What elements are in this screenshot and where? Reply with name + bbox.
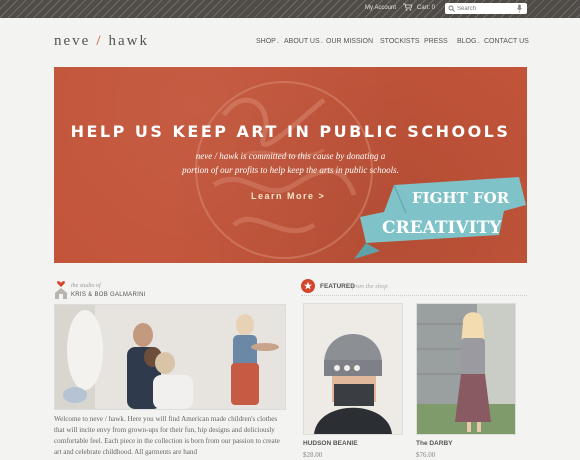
my-account-link[interactable]: My Account [365, 5, 396, 11]
product-card-the-darby[interactable] [416, 303, 516, 435]
house-heart-icon [55, 281, 67, 299]
product-name[interactable]: HUDSON BEANIE [303, 440, 358, 447]
nav-about-us[interactable]: ABOUT US⌄ [284, 38, 324, 45]
site-logo[interactable]: neve / hawk [54, 33, 149, 50]
microphone-icon[interactable] [517, 4, 522, 13]
nav-label: SHOP [256, 38, 276, 45]
logo-left: neve [54, 33, 91, 49]
featured-subtitle: from the shop [352, 283, 388, 290]
logo-right: hawk [108, 33, 149, 49]
nav-our-mission[interactable]: OUR MISSION [326, 38, 373, 45]
nav-label: PRESS [424, 38, 448, 45]
nav-press[interactable]: PRESS [424, 38, 448, 45]
studio-intro-text: Welcome to neve / hawk. Here you will fi… [54, 415, 280, 456]
learn-more-link[interactable]: Learn More > [251, 191, 325, 201]
nav-blog[interactable]: BLOG⌄ [457, 38, 481, 45]
search-icon [448, 5, 455, 12]
logo-slash: / [96, 33, 103, 49]
ribbon-line1: FIGHT FOR [412, 189, 510, 207]
featured-label: FEATURED [320, 283, 355, 290]
search-box[interactable] [445, 3, 527, 14]
studio-pre-label: the studio of [71, 283, 101, 289]
studio-names: KRIS & BOB GALMARINI [71, 292, 146, 298]
ribbon-line2: CREATIVITY [382, 218, 502, 238]
cart-icon[interactable] [403, 3, 413, 11]
star-badge-icon [301, 279, 315, 293]
product-card-hudson-beanie[interactable] [303, 303, 403, 435]
nav-stockists[interactable]: STOCKISTS [380, 38, 420, 45]
banner-sub-line1: neve / hawk is committed to this cause b… [195, 151, 386, 161]
fight-for-creativity-ribbon: FIGHT FOR CREATIVITY [354, 177, 526, 259]
product-image-beanie [304, 304, 402, 434]
product-image-darby [417, 304, 515, 434]
product-price: $28.00 [303, 451, 323, 459]
nav-label: STOCKISTS [380, 38, 420, 45]
banner-headline: HELP US KEEP ART IN PUBLIC SCHOOLS [70, 122, 511, 141]
chevron-down-icon: ⌄ [275, 39, 281, 45]
nav-shop[interactable]: SHOP⌄ [256, 38, 280, 45]
chevron-down-icon: ⌄ [476, 39, 481, 45]
featured-divider [301, 295, 527, 296]
chevron-down-icon: ⌄ [319, 39, 324, 45]
nav-label: OUR MISSION [326, 38, 374, 45]
nav-label: BLOG [457, 38, 477, 45]
cart-link[interactable]: Cart: 0 [417, 5, 435, 11]
nav-label: ABOUT US [284, 38, 320, 45]
search-input[interactable] [457, 4, 515, 13]
studio-photo [54, 304, 286, 410]
product-price: $76.00 [416, 451, 436, 459]
banner-subtext: neve / hawk is committed to this cause b… [54, 149, 527, 177]
product-name[interactable]: The DARBY [416, 440, 452, 447]
studio-photo-image [55, 305, 285, 409]
nav-label: CONTACT US [484, 38, 529, 45]
banner-sub-line2: portion of our profits to help keep the … [182, 165, 399, 175]
nav-contact-us[interactable]: CONTACT US [484, 38, 529, 45]
hero-banner[interactable]: HELP US KEEP ART IN PUBLIC SCHOOLS neve … [54, 67, 527, 263]
